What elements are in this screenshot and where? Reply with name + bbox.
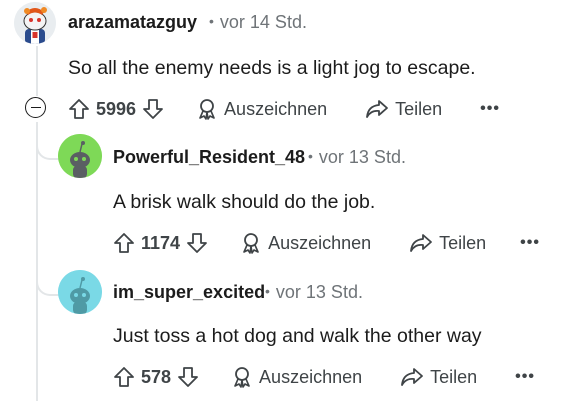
comment-actions: 5996 Auszeichnen Teilen ••• — [68, 94, 518, 124]
avatar[interactable] — [14, 2, 56, 44]
upvote-icon — [114, 233, 134, 253]
downvote-button[interactable] — [142, 98, 164, 120]
vote-count: 5996 — [96, 98, 137, 119]
collapse-icon — [30, 106, 41, 109]
comment-username[interactable]: arazamatazguy — [68, 12, 197, 33]
award-icon — [199, 99, 215, 120]
comment-time: vor 13 Std. — [275, 282, 363, 302]
comment-meta: • vor 14 Std. — [203, 12, 307, 33]
comment-text: So all the enemy needs is a light jog to… — [68, 57, 476, 79]
share-icon — [410, 234, 433, 252]
comment-time: vor 13 Std. — [318, 147, 406, 167]
downvote-button[interactable] — [177, 366, 199, 388]
upvote-icon — [69, 99, 89, 119]
award-label: Auszeichnen — [224, 98, 328, 119]
comment-actions: 578 Auszeichnen Teilen ••• — [113, 362, 563, 392]
more-icon: ••• — [520, 234, 540, 251]
upvote-button[interactable] — [113, 232, 135, 254]
share-label: Teilen — [430, 366, 478, 387]
more-icon: ••• — [480, 100, 500, 117]
separator-dot: • — [209, 13, 214, 29]
share-icon — [366, 100, 389, 118]
upvote-button[interactable] — [113, 366, 135, 388]
comment-text: A brisk walk should do the job. — [113, 191, 376, 213]
upvote-icon — [114, 367, 134, 387]
comment-username[interactable]: Powerful_Resident_48 — [113, 147, 305, 168]
downvote-button[interactable] — [186, 232, 208, 254]
avatar[interactable] — [58, 134, 102, 178]
share-label: Teilen — [439, 232, 487, 253]
more-icon: ••• — [515, 368, 535, 385]
award-icon — [234, 367, 250, 388]
award-button[interactable]: Auszeichnen — [196, 98, 327, 120]
collapse-thread-button[interactable] — [25, 97, 46, 118]
snoo-avatar-icon — [58, 134, 102, 178]
thread-line-main — [36, 46, 38, 96]
share-label: Teilen — [395, 98, 443, 119]
award-button[interactable]: Auszeichnen — [231, 366, 362, 388]
award-label: Auszeichnen — [268, 232, 372, 253]
comment-meta: • vor 13 Std. — [302, 147, 406, 168]
downvote-icon — [178, 367, 198, 387]
share-button[interactable]: Teilen — [400, 366, 477, 388]
award-label: Auszeichnen — [259, 366, 363, 387]
comment-text: Just toss a hot dog and walk the other w… — [113, 325, 482, 347]
vote-count: 1174 — [141, 232, 181, 253]
separator-dot: • — [265, 283, 270, 299]
award-button[interactable]: Auszeichnen — [240, 232, 371, 254]
share-button[interactable]: Teilen — [365, 98, 442, 120]
comment-time: vor 14 Std. — [219, 12, 307, 32]
comment-username[interactable]: im_super_excited — [113, 282, 265, 303]
share-button[interactable]: Teilen — [409, 232, 486, 254]
comment-meta: • vor 13 Std. — [259, 282, 363, 303]
more-options-button[interactable]: ••• — [480, 100, 500, 118]
snoo-avatar-icon — [14, 2, 56, 44]
award-icon — [243, 233, 259, 254]
share-icon — [401, 368, 424, 386]
downvote-icon — [187, 233, 207, 253]
vote-count: 578 — [141, 366, 172, 387]
more-options-button[interactable]: ••• — [520, 234, 540, 252]
separator-dot: • — [308, 148, 313, 164]
snoo-avatar-icon — [58, 270, 102, 314]
downvote-icon — [143, 99, 163, 119]
upvote-button[interactable] — [68, 98, 90, 120]
comment-actions: 1174 Auszeichnen Teilen ••• — [113, 228, 563, 258]
avatar[interactable] — [58, 270, 102, 314]
more-options-button[interactable]: ••• — [515, 368, 535, 386]
